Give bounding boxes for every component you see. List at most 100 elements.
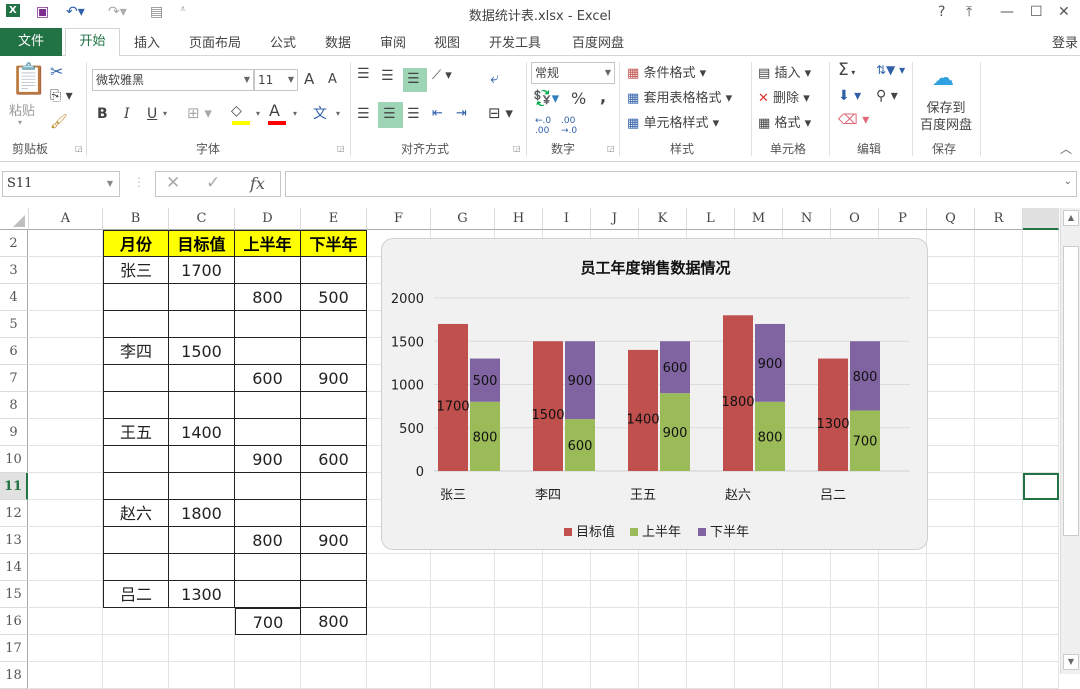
cell-C8[interactable]: [169, 392, 235, 419]
close-button[interactable]: ✕: [1058, 4, 1070, 20]
cell-R13[interactable]: [975, 527, 1023, 554]
cell-B17[interactable]: [103, 635, 169, 662]
wrap-text-icon[interactable]: ⤶: [490, 68, 499, 88]
cell-S17[interactable]: [1023, 635, 1059, 662]
row-header-5[interactable]: 5: [0, 311, 28, 338]
cell-D12[interactable]: [235, 500, 301, 527]
tab-home[interactable]: 开始: [65, 28, 120, 57]
cell-A18[interactable]: [29, 662, 103, 689]
column-header-G[interactable]: G: [431, 208, 495, 230]
cell-G18[interactable]: [431, 662, 495, 689]
cell-C10[interactable]: [169, 446, 235, 473]
cell-N18[interactable]: [783, 662, 831, 689]
legend-item[interactable]: 目标值: [564, 521, 615, 540]
cell-M15[interactable]: [735, 581, 783, 608]
cell-S18[interactable]: [1023, 662, 1059, 689]
cell-K14[interactable]: [639, 554, 687, 581]
vertical-scrollbar[interactable]: ▲ ▼: [1060, 208, 1080, 674]
drag-handle-icon[interactable]: ⋮: [133, 175, 145, 189]
cell-N17[interactable]: [783, 635, 831, 662]
cell-Q14[interactable]: [927, 554, 975, 581]
column-header-S[interactable]: [1023, 208, 1059, 230]
table-cell[interactable]: 李四: [103, 338, 169, 365]
cell-L15[interactable]: [687, 581, 735, 608]
save-to-baidu-button[interactable]: 保存到 百度网盘: [918, 100, 974, 134]
cell-S4[interactable]: [1023, 284, 1059, 311]
cell-D9[interactable]: [235, 419, 301, 446]
cell-I14[interactable]: [543, 554, 591, 581]
cell-M17[interactable]: [735, 635, 783, 662]
conditional-format-button[interactable]: ▦ 条件格式 ▾: [627, 62, 706, 81]
cell-P15[interactable]: [879, 581, 927, 608]
orientation-icon[interactable]: ⟋ ▾: [432, 68, 452, 83]
row-header-18[interactable]: 18: [0, 662, 28, 689]
minimize-button[interactable]: —: [1000, 4, 1014, 20]
cell-C11[interactable]: [169, 473, 235, 500]
cell-B4[interactable]: [103, 284, 169, 311]
cell-Q7[interactable]: [927, 365, 975, 392]
decrease-indent-icon[interactable]: ⇤: [432, 106, 443, 121]
table-cell[interactable]: 1400: [169, 419, 235, 446]
tab-view[interactable]: 视图: [434, 32, 460, 51]
cell-Q6[interactable]: [927, 338, 975, 365]
cell-K15[interactable]: [639, 581, 687, 608]
cell-S8[interactable]: [1023, 392, 1059, 419]
cell-D5[interactable]: [235, 311, 301, 338]
table-cell[interactable]: 赵六: [103, 500, 169, 527]
column-header-L[interactable]: L: [687, 208, 735, 230]
cell-E3[interactable]: [301, 257, 367, 284]
scroll-down-button[interactable]: ▼: [1063, 654, 1079, 670]
table-header-cell[interactable]: 月份: [103, 230, 169, 257]
tab-baidu-netdisk[interactable]: 百度网盘: [572, 32, 624, 51]
cell-F18[interactable]: [367, 662, 431, 689]
cell-L16[interactable]: [687, 608, 735, 635]
decrease-decimal-icon[interactable]: .00 →.0: [561, 116, 577, 136]
insert-function-button[interactable]: fx: [250, 174, 265, 193]
row-header-8[interactable]: 8: [0, 392, 28, 419]
cell-I16[interactable]: [543, 608, 591, 635]
cell-C17[interactable]: [169, 635, 235, 662]
cell-E11[interactable]: [301, 473, 367, 500]
cell-M14[interactable]: [735, 554, 783, 581]
paste-icon[interactable]: 📋: [10, 62, 47, 97]
cell-N16[interactable]: [783, 608, 831, 635]
chart[interactable]: 员工年度销售数据情况 0 500 1000 1500 2000 1700 800 500 张三 1…: [381, 238, 928, 550]
cell-E9[interactable]: [301, 419, 367, 446]
table-cell[interactable]: 900: [301, 527, 367, 554]
cell-D15[interactable]: [235, 581, 301, 608]
cell-B8[interactable]: [103, 392, 169, 419]
row-header-16[interactable]: 16: [0, 608, 28, 635]
autosum-button[interactable]: Σ ▾: [838, 60, 855, 80]
cell-P16[interactable]: [879, 608, 927, 635]
cell-G16[interactable]: [431, 608, 495, 635]
tab-page-layout[interactable]: 页面布局: [189, 32, 241, 51]
italic-button[interactable]: I: [124, 106, 130, 122]
cell-L17[interactable]: [687, 635, 735, 662]
column-header-K[interactable]: K: [639, 208, 687, 230]
table-header-cell[interactable]: 上半年: [235, 230, 301, 257]
align-top-icon[interactable]: ☰: [357, 66, 370, 82]
cell-A7[interactable]: [29, 365, 103, 392]
cell-B10[interactable]: [103, 446, 169, 473]
cell-R6[interactable]: [975, 338, 1023, 365]
cell-G15[interactable]: [431, 581, 495, 608]
cell-B16[interactable]: [103, 608, 169, 635]
column-header-R[interactable]: R: [975, 208, 1023, 230]
cell-S15[interactable]: [1023, 581, 1059, 608]
delete-cells-button[interactable]: ✕ 删除 ▾: [758, 87, 810, 106]
cell-S7[interactable]: [1023, 365, 1059, 392]
enter-button[interactable]: ✓: [206, 173, 220, 193]
cell-C13[interactable]: [169, 527, 235, 554]
row-header-11[interactable]: 11: [0, 473, 28, 500]
table-cell[interactable]: 600: [301, 446, 367, 473]
font-name-combo[interactable]: 微软雅黑 ▼: [92, 69, 254, 91]
cell-K18[interactable]: [639, 662, 687, 689]
cell-R14[interactable]: [975, 554, 1023, 581]
cell-C18[interactable]: [169, 662, 235, 689]
cancel-button[interactable]: ✕: [166, 173, 180, 193]
cell-B11[interactable]: [103, 473, 169, 500]
format-as-table-button[interactable]: ▦ 套用表格格式 ▾: [627, 87, 732, 106]
cell-H18[interactable]: [495, 662, 543, 689]
column-header-C[interactable]: C: [169, 208, 235, 230]
row-header-4[interactable]: 4: [0, 284, 28, 311]
